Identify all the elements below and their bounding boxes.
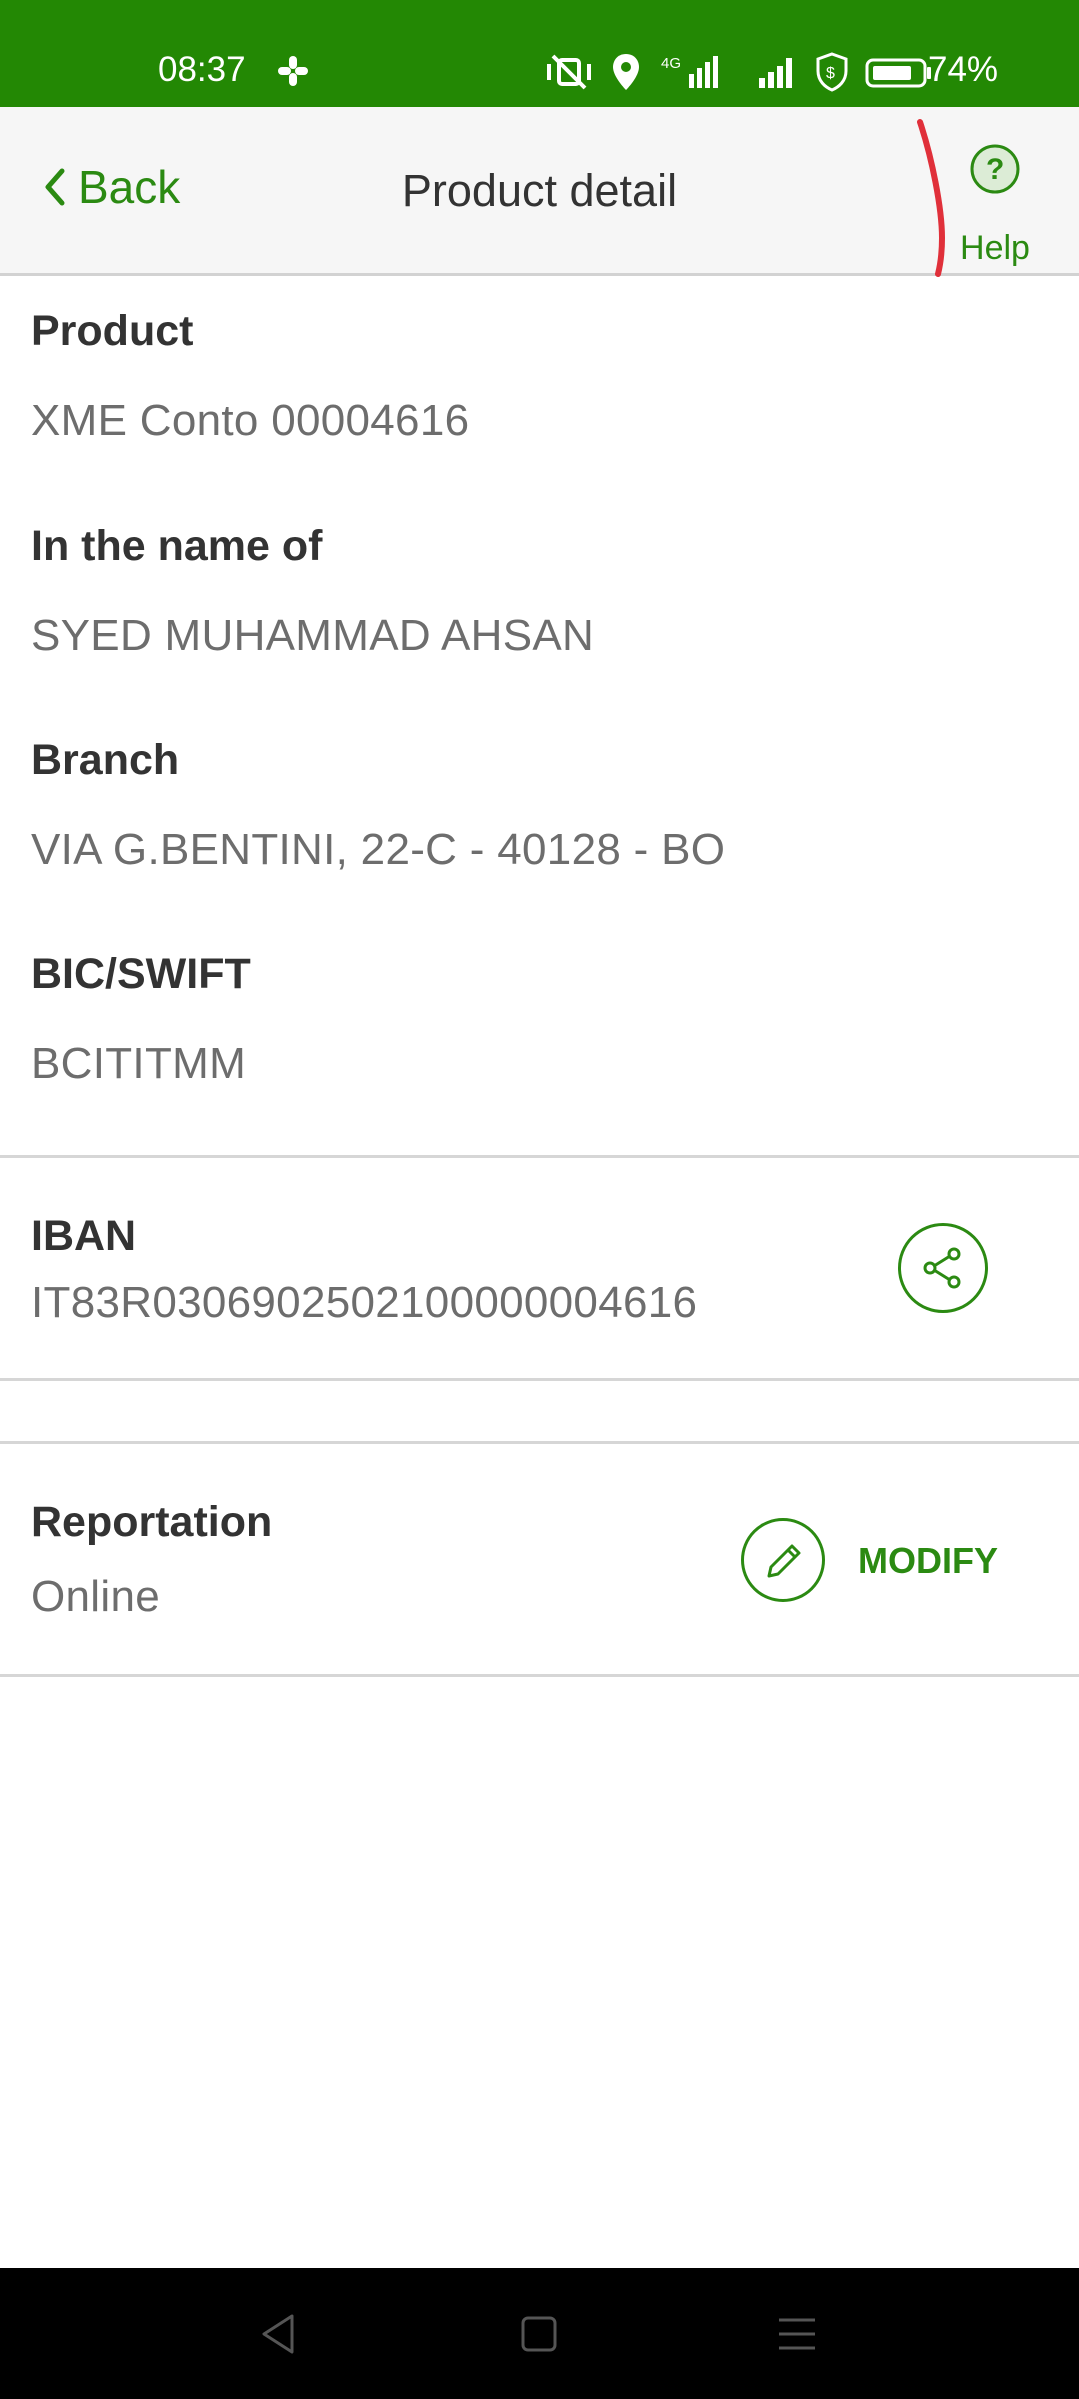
divider bbox=[0, 1674, 1079, 1677]
svg-text:?: ? bbox=[986, 153, 1004, 186]
question-circle-icon: ? bbox=[970, 144, 1020, 194]
slack-icon bbox=[278, 56, 308, 86]
help-label: Help bbox=[960, 229, 1030, 267]
battery-icon bbox=[865, 58, 931, 88]
status-icons: 4G $ bbox=[543, 50, 933, 94]
home-square-icon[interactable] bbox=[511, 2306, 567, 2362]
shield-dollar-icon: $ bbox=[816, 52, 848, 92]
share-icon bbox=[923, 1247, 961, 1289]
location-icon bbox=[613, 54, 639, 90]
holder-label: In the name of bbox=[31, 522, 323, 570]
vibrate-mute-icon bbox=[547, 54, 591, 90]
product-value: XME Conto 00004616 bbox=[31, 396, 470, 445]
signal-bars-icon bbox=[759, 58, 792, 88]
svg-text:$: $ bbox=[826, 65, 835, 82]
branch-value: VIA G.BENTINI, 22-C - 40128 - BO bbox=[31, 825, 726, 874]
signal-4g-icon: 4G bbox=[661, 55, 718, 88]
reportation-label: Reportation bbox=[31, 1498, 273, 1546]
holder-value: SYED MUHAMMAD AHSAN bbox=[31, 611, 595, 660]
reportation-value: Online bbox=[31, 1572, 160, 1621]
bic-label: BIC/SWIFT bbox=[31, 950, 251, 998]
help-button[interactable]: ? Help bbox=[948, 137, 1042, 267]
divider bbox=[0, 1441, 1079, 1444]
battery-percentage: 74% bbox=[928, 50, 999, 89]
iban-label: IBAN bbox=[31, 1212, 137, 1260]
menu-lines-icon[interactable] bbox=[769, 2306, 825, 2362]
system-navigation-bar bbox=[0, 2268, 1079, 2399]
modify-label[interactable]: MODIFY bbox=[858, 1540, 998, 1582]
status-time: 08:37 bbox=[158, 50, 246, 89]
bic-value: BCITITMM bbox=[31, 1039, 247, 1088]
divider bbox=[0, 1378, 1079, 1381]
pencil-icon bbox=[767, 1544, 801, 1578]
network-type-label: 4G bbox=[661, 55, 681, 72]
branch-label: Branch bbox=[31, 736, 180, 784]
product-label: Product bbox=[31, 307, 194, 355]
modify-button[interactable] bbox=[741, 1518, 825, 1602]
share-iban-button[interactable] bbox=[898, 1223, 988, 1313]
status-bar: 08:37 4G $ 74% bbox=[0, 0, 1079, 107]
iban-value: IT83R0306902502100000004616 bbox=[31, 1278, 698, 1327]
back-triangle-icon[interactable] bbox=[252, 2306, 308, 2362]
divider bbox=[0, 1155, 1079, 1158]
red-annotation-mark bbox=[917, 119, 946, 277]
